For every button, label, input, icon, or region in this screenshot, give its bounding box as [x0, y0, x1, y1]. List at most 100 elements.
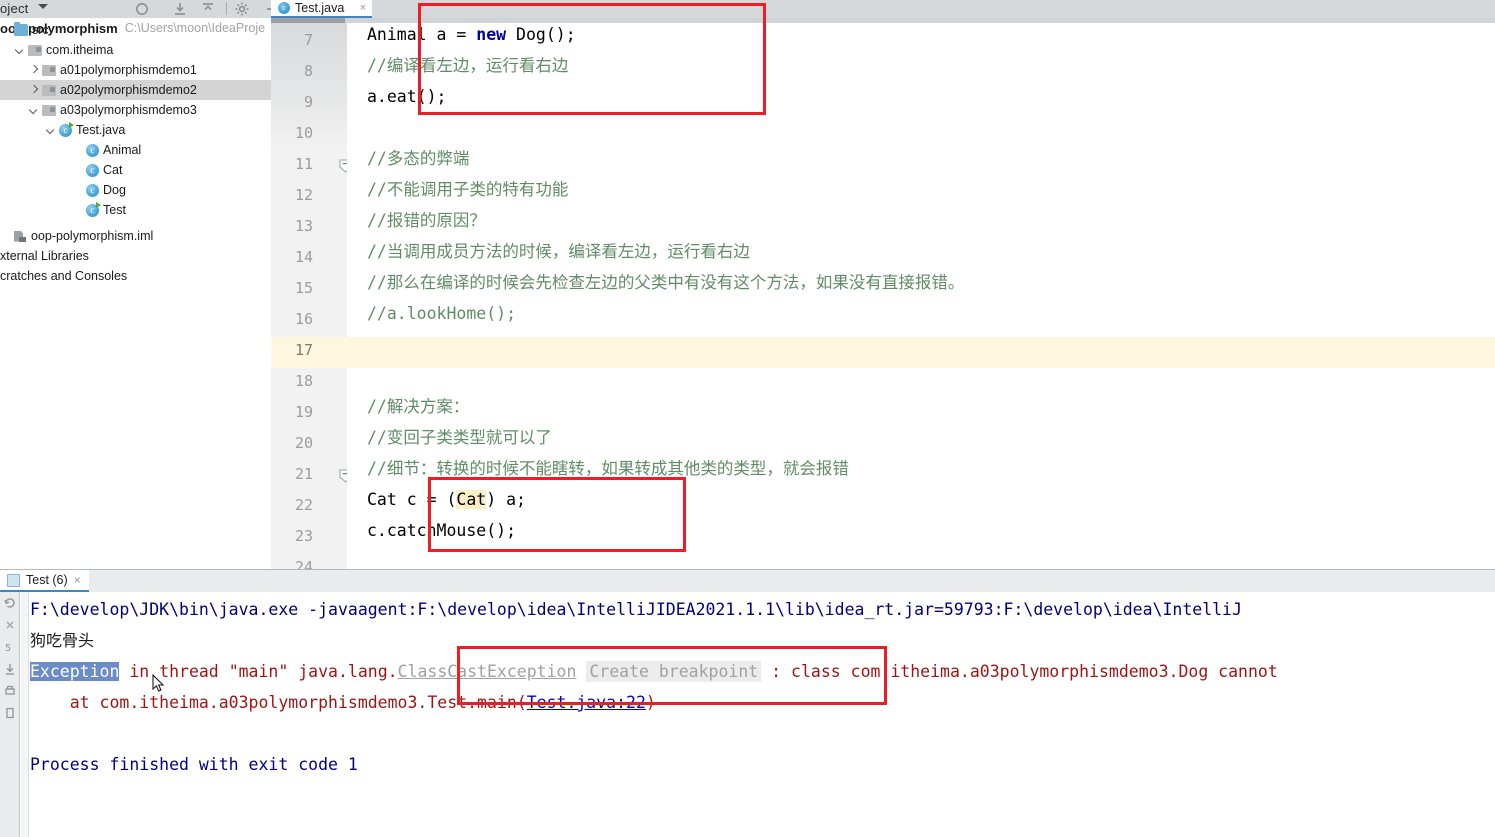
- line-number[interactable]: 14: [273, 248, 313, 266]
- code-line[interactable]: c.catchMouse();: [367, 515, 516, 546]
- tree-item-label: cratches and Consoles: [0, 269, 128, 283]
- code-line[interactable]: //报错的原因？: [367, 205, 486, 236]
- code-line[interactable]: Animal a = new Dog();: [367, 19, 576, 50]
- stacktrace-link[interactable]: Test.java:22: [527, 693, 646, 712]
- tree-item-a02polymorphismdemo2[interactable]: a02polymorphismdemo2: [0, 80, 271, 100]
- line-number[interactable]: 11: [273, 155, 313, 173]
- editor-text-area[interactable]: Animal a = new Dog(); //编译看左边，运行看右边 a.eat(…: [347, 23, 1495, 569]
- tree-item-test[interactable]: c Test: [0, 200, 271, 220]
- code-token: Dog();: [506, 25, 576, 44]
- code-line[interactable]: //当调用成员方法的时候，编译看左边，运行看右边: [367, 236, 750, 267]
- editor-gutter[interactable]: 7 8 9 10 11 12 13 14 15 16 17 18 19 20 21 22 23 24: [271, 23, 352, 569]
- close-icon[interactable]: ×: [360, 2, 366, 14]
- exception-line: Exception in thread "main" java.lang.Cla…: [30, 656, 1278, 687]
- scroll-from-source-icon[interactable]: [134, 1, 150, 17]
- tree-item-animal[interactable]: c Animal: [0, 140, 271, 160]
- project-tool-window[interactable]: oop-polymorphism C:\Users\moon\IdeaProje…: [0, 18, 271, 569]
- tree-item-com-itheima[interactable]: com.itheima: [0, 40, 271, 60]
- line-number[interactable]: 20: [273, 434, 313, 452]
- code-token: Cat c = (: [367, 490, 457, 509]
- line-number[interactable]: 7: [273, 31, 313, 49]
- tree-item-dog[interactable]: c Dog: [0, 180, 271, 200]
- clear-all-icon[interactable]: [3, 706, 17, 720]
- tree-item-label: a01polymorphismdemo1: [60, 63, 197, 77]
- line-number[interactable]: 23: [273, 527, 313, 545]
- line-number[interactable]: 19: [273, 403, 313, 421]
- mouse-pointer: [152, 673, 165, 693]
- iml-file-icon: [14, 230, 27, 243]
- code-line[interactable]: //细节：转换的时候不能瞎转，如果转成其他类的类型，就会报错: [367, 453, 849, 484]
- line-number[interactable]: 16: [273, 310, 313, 328]
- tree-item-src[interactable]: src: [0, 20, 271, 40]
- code-line[interactable]: a.eat();: [367, 81, 446, 112]
- console-token: Process finished with exit code 1: [30, 755, 358, 774]
- code-editor[interactable]: 7 8 9 10 11 12 13 14 15 16 17 18 19 20 21 22 23 24 Animal…: [271, 18, 1495, 569]
- stacktrace-line: at com.itheima.a03polymorphismdemo3.Test…: [30, 687, 656, 718]
- code-line[interactable]: //变回子类类型就可以了: [367, 422, 552, 453]
- line-number[interactable]: 9: [273, 93, 313, 111]
- line-number[interactable]: 24: [273, 558, 313, 569]
- code-line[interactable]: //解决方案：: [367, 391, 469, 422]
- expand-all-icon[interactable]: [172, 1, 188, 17]
- run-tab-test[interactable]: Test (6) ×: [0, 570, 89, 592]
- class-runnable-icon: c: [86, 201, 101, 217]
- line-number[interactable]: 8: [273, 62, 313, 80]
- close-icon[interactable]: ×: [74, 573, 81, 587]
- console-icon: [7, 573, 20, 587]
- tree-item-a03polymorphismdemo3[interactable]: a03polymorphismdemo3: [0, 100, 271, 120]
- rerun-icon[interactable]: [3, 596, 17, 610]
- chevron-down-icon[interactable]: [45, 125, 56, 136]
- line-number[interactable]: 18: [273, 372, 313, 390]
- create-breakpoint-action[interactable]: Create breakpoint: [586, 661, 762, 682]
- project-tool-label[interactable]: oject: [0, 1, 28, 16]
- package-folder-icon: [28, 44, 42, 56]
- chevron-right-icon[interactable]: [28, 65, 39, 76]
- collapse-all-icon[interactable]: [200, 1, 216, 17]
- chevron-down-icon[interactable]: [14, 45, 25, 56]
- soft-wrap-icon[interactable]: [3, 662, 17, 676]
- line-number[interactable]: 12: [273, 186, 313, 204]
- console-output[interactable]: F:\develop\JDK\bin\java.exe -javaagent:F…: [21, 592, 1495, 837]
- chevron-right-icon[interactable]: [28, 85, 39, 96]
- code-token: //当调用成员方法的时候，编译看左边，运行看右边: [367, 242, 750, 261]
- code-token: ) a;: [486, 490, 526, 509]
- chevron-down-icon[interactable]: [38, 4, 48, 9]
- chevron-down-icon[interactable]: [28, 105, 39, 116]
- settings-gear-icon[interactable]: [234, 1, 250, 17]
- code-line[interactable]: //多态的弊端: [367, 143, 469, 174]
- line-number[interactable]: 13: [273, 217, 313, 235]
- line-number[interactable]: 17: [273, 341, 313, 359]
- current-line-highlight: [347, 337, 1495, 368]
- java-file-runnable-icon: c: [59, 121, 74, 137]
- console-token: Exception: [30, 662, 120, 681]
- line-number[interactable]: 10: [273, 124, 313, 142]
- tree-item-oop-polymorphism-iml[interactable]: oop-polymorphism.iml: [0, 226, 271, 246]
- tree-item-a01polymorphismdemo1[interactable]: a01polymorphismdemo1: [0, 60, 271, 80]
- print-icon[interactable]: [3, 684, 17, 698]
- svg-text:5: 5: [5, 643, 11, 654]
- line-number[interactable]: 22: [273, 496, 313, 514]
- code-token: //那么在编译的时候会先检查左边的父类中有没有这个方法，如果没有直接报错。: [367, 273, 965, 292]
- code-line[interactable]: //那么在编译的时候会先检查左边的父类中有没有这个方法，如果没有直接报错。: [367, 267, 964, 298]
- scroll-to-end-icon[interactable]: 5: [3, 640, 17, 654]
- top-toolbar: oject c Test.java ×: [0, 0, 1495, 18]
- code-line[interactable]: //编译看左边，运行看右边: [367, 50, 568, 81]
- code-line[interactable]: //a.lookHome();: [367, 298, 516, 329]
- tree-item-xternal-libraries[interactable]: xternal Libraries: [0, 246, 271, 266]
- line-number[interactable]: 21: [273, 465, 313, 483]
- code-token: a.eat();: [367, 87, 447, 106]
- line-number[interactable]: 15: [273, 279, 313, 297]
- tree-item-test-java[interactable]: c Test.java: [0, 120, 271, 140]
- tree-item-label: Test.java: [76, 123, 126, 137]
- tree-item-cratches-and-consoles[interactable]: cratches and Consoles: [0, 266, 271, 286]
- console-token[interactable]: ClassCastException: [398, 662, 577, 681]
- code-line[interactable]: Cat c = (Cat) a;: [367, 484, 526, 515]
- editor-tab-test-java[interactable]: c Test.java ×: [271, 0, 372, 18]
- tree-item-cat[interactable]: c Cat: [0, 160, 271, 180]
- code-token: //报错的原因？: [367, 211, 486, 230]
- stop-icon[interactable]: [3, 618, 17, 632]
- code-line[interactable]: //不能调用子类的特有功能: [367, 174, 568, 205]
- toolbar-separator: [226, 2, 227, 15]
